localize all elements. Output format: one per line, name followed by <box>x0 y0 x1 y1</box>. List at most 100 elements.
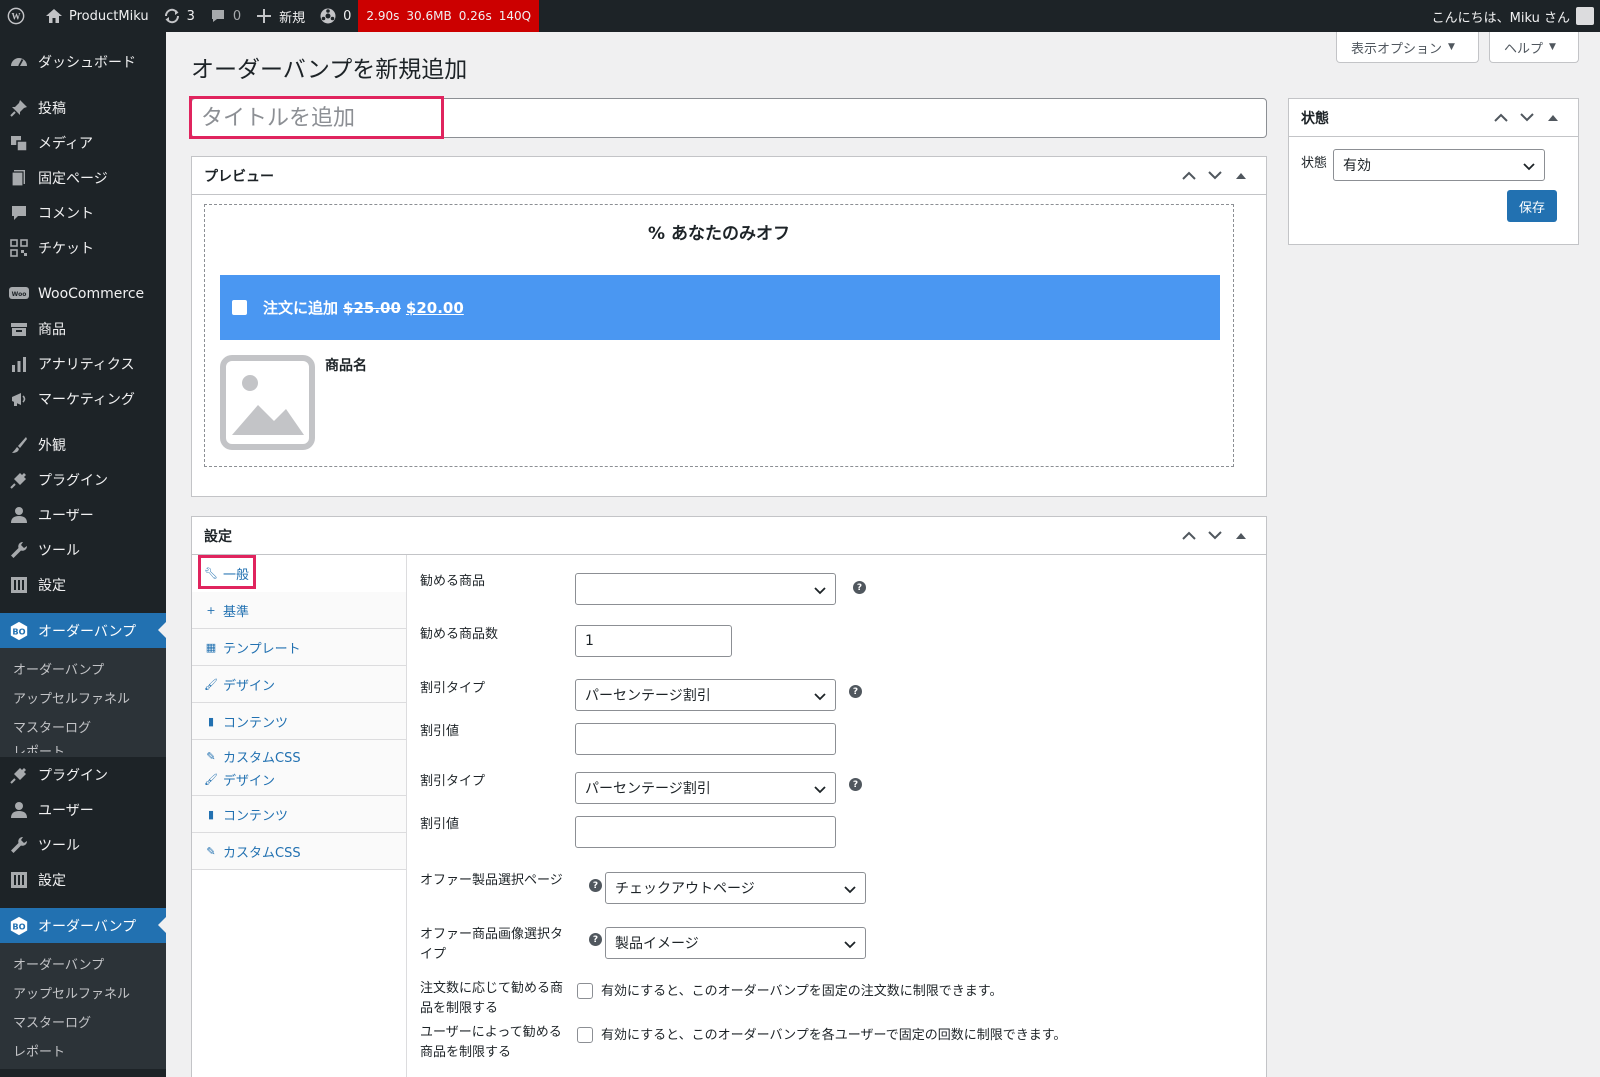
tab-general[interactable]: 🔧︎ 一般 <box>192 555 406 592</box>
tab-custom-css-2[interactable]: ✎ カスタムCSS <box>192 833 406 870</box>
menu-posts[interactable]: 投稿 <box>0 90 166 125</box>
collapse-toggle-icon[interactable] <box>1540 114 1566 121</box>
limit-by-user-checkbox[interactable] <box>577 1027 593 1043</box>
menu-analytics[interactable]: アナリティクス <box>0 346 166 381</box>
help-icon[interactable]: ? <box>849 778 862 791</box>
menu-users-repeat[interactable]: ユーザー <box>0 792 166 827</box>
tab-design-2[interactable]: 🖌︎ デザイン <box>204 770 275 789</box>
move-up-icon[interactable] <box>1176 171 1202 180</box>
menu-woocommerce[interactable]: Woo WooCommerce <box>0 276 166 311</box>
select-value: 有効 <box>1343 158 1371 174</box>
menu-plugins-repeat[interactable]: プラグイン <box>0 757 166 792</box>
collapse-toggle-icon[interactable] <box>1228 532 1254 539</box>
page-title: オーダーバンプを新規追加 <box>191 57 468 83</box>
chevron-down-icon <box>1523 159 1535 175</box>
help-icon[interactable]: ? <box>589 933 602 946</box>
collapse-toggle-icon[interactable] <box>1228 172 1254 179</box>
cache-link[interactable]: 0 <box>312 0 358 32</box>
cache-count: 0 <box>343 8 352 24</box>
menu-pages[interactable]: 固定ページ <box>0 160 166 195</box>
new-content-link[interactable]: 新規 <box>248 0 312 32</box>
submenu-master-log[interactable]: マスターログ <box>0 712 166 741</box>
menu-order-bump-repeat[interactable]: BO オーダーバンプ <box>0 908 166 943</box>
discount-type-select[interactable]: パーセンテージ割引 <box>575 679 836 711</box>
my-account[interactable]: こんにちは、Miku さん <box>1432 7 1600 26</box>
menu-plugins[interactable]: プラグイン <box>0 462 166 497</box>
menu-order-bump[interactable]: BO オーダーバンプ <box>0 613 166 648</box>
submenu-report[interactable]: レポート <box>0 741 166 753</box>
orderbump-icon: BO <box>9 621 29 641</box>
tab-design[interactable]: 🖌︎ デザイン <box>192 666 406 703</box>
move-down-icon[interactable] <box>1514 113 1540 122</box>
megaphone-icon <box>9 389 29 409</box>
preview-heading: プレビュー <box>204 168 274 185</box>
offer-page-label: オファー製品選択ページ <box>420 873 563 888</box>
offer-image-label: オファー商品画像選択タ イプ <box>420 925 563 965</box>
save-button[interactable]: 保存 <box>1507 190 1557 222</box>
offer-page-select[interactable]: チェックアウトページ <box>605 872 866 904</box>
status-label: 状態 <box>1301 156 1328 171</box>
limit-by-order-checkbox[interactable] <box>577 983 593 999</box>
submenu-order-bump[interactable]: オーダーバンプ <box>0 949 166 978</box>
submenu-upsell-funnel[interactable]: アップセルファネル <box>0 683 166 712</box>
submenu-report[interactable]: レポート <box>0 1036 166 1065</box>
tab-custom-css-design[interactable]: ✎ カスタムCSS 🖌︎ デザイン <box>192 740 406 796</box>
menu-tools-repeat[interactable]: ツール <box>0 827 166 862</box>
menu-settings[interactable]: 設定 <box>0 567 166 602</box>
recommended-product-select[interactable] <box>575 573 836 605</box>
add-to-order-checkbox[interactable] <box>232 300 247 315</box>
offer-image-select[interactable]: 製品イメージ <box>605 927 866 959</box>
discount-value-input-2[interactable] <box>575 816 836 848</box>
move-up-icon[interactable] <box>1176 531 1202 540</box>
menu-marketing[interactable]: マーケティング <box>0 381 166 416</box>
menu-users[interactable]: ユーザー <box>0 497 166 532</box>
discount-type-select-2[interactable]: パーセンテージ割引 <box>575 772 836 804</box>
recommended-qty-input[interactable] <box>575 625 732 657</box>
help-icon[interactable]: ? <box>589 879 602 892</box>
submenu-upsell-funnel[interactable]: アップセルファネル <box>0 978 166 1007</box>
tab-content[interactable]: ▮ コンテンツ <box>192 703 406 740</box>
help-icon[interactable]: ? <box>853 581 866 594</box>
product-name: 商品名 <box>325 358 367 374</box>
bar-chart-icon <box>9 354 29 374</box>
tab-label: デザイン <box>223 678 276 694</box>
submenu-order-bump[interactable]: オーダーバンプ <box>0 654 166 683</box>
menu-comments[interactable]: コメント <box>0 195 166 230</box>
select-value: チェックアウトページ <box>615 881 755 897</box>
home-icon <box>45 7 63 25</box>
submenu-master-log[interactable]: マスターログ <box>0 1007 166 1036</box>
tab-criteria[interactable]: + 基準 <box>192 592 406 629</box>
menu-label: 商品 <box>38 321 66 338</box>
menu-label: オーダーバンプ <box>38 918 137 935</box>
menu-dashboard[interactable]: ダッシュボード <box>0 44 166 79</box>
updates-link[interactable]: 3 <box>156 0 202 32</box>
status-select[interactable]: 有効 <box>1333 149 1545 181</box>
tab-custom-css[interactable]: ✎ カスタムCSS <box>204 747 300 766</box>
site-name-link[interactable]: ProductMiku <box>38 0 156 32</box>
site-name: ProductMiku <box>69 8 149 24</box>
move-down-icon[interactable] <box>1202 531 1228 540</box>
menu-media[interactable]: メディア <box>0 125 166 160</box>
settings-tabs: 🔧︎ 一般 + 基準 ▦ テンプレート 🖌︎ デザイン ▮ コンテンツ ✎ カス… <box>192 555 407 1077</box>
status-box: 状態 状態 有効 保存 <box>1288 98 1579 245</box>
brush-icon <box>9 435 29 455</box>
tab-content-2[interactable]: ▮ コンテンツ <box>192 796 406 833</box>
menu-products[interactable]: 商品 <box>0 311 166 346</box>
menu-settings-repeat[interactable]: 設定 <box>0 862 166 897</box>
title-input[interactable] <box>192 99 1266 137</box>
help-icon[interactable]: ? <box>849 685 862 698</box>
comments-link[interactable]: 0 <box>202 0 248 32</box>
move-up-icon[interactable] <box>1488 113 1514 122</box>
menu-tickets[interactable]: チケット <box>0 230 166 265</box>
book-icon: ▮ <box>207 807 215 821</box>
tab-template[interactable]: ▦ テンプレート <box>192 629 406 666</box>
screen-options-button[interactable]: 表示オプション ▼ <box>1336 32 1479 63</box>
query-monitor-stats[interactable]: 2.90s 30.6MB 0.26s 140Q <box>358 0 540 32</box>
menu-tools[interactable]: ツール <box>0 532 166 567</box>
menu-appearance[interactable]: 外観 <box>0 427 166 462</box>
help-button[interactable]: ヘルプ ▼ <box>1489 32 1579 63</box>
move-down-icon[interactable] <box>1202 171 1228 180</box>
wordpress-logo-button[interactable]: W <box>0 0 38 32</box>
discount-value-input[interactable] <box>575 723 836 755</box>
limit-by-user-label-line1: ユーザーによって勧める <box>420 1025 562 1040</box>
